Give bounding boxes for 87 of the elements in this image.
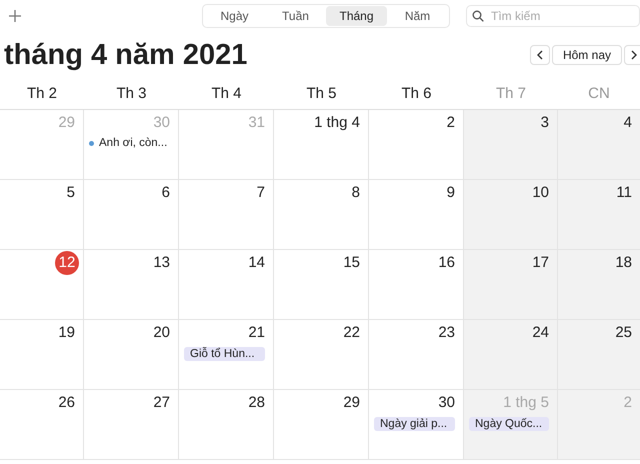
day-cell[interactable]: 1 thg 5 Ngày Quốc...: [464, 390, 558, 460]
day-number: 3: [540, 114, 549, 131]
weekday-label: Th 3: [116, 85, 146, 102]
event-chip[interactable]: Giỗ tổ Hùn...: [184, 347, 265, 361]
day-cell[interactable]: 26: [0, 390, 84, 460]
view-tab[interactable]: Tuần: [265, 6, 326, 26]
day-number: 2: [446, 114, 455, 131]
event-chip[interactable]: Ngày giải p...: [374, 417, 455, 431]
weekday-label: Th 5: [306, 85, 336, 102]
day-number: 14: [248, 254, 265, 271]
weekday-label: CN: [588, 85, 610, 102]
day-number: 27: [153, 394, 170, 411]
view-tab[interactable]: Tháng: [326, 6, 387, 26]
day-number: 29: [343, 394, 360, 411]
day-number: 1 thg 4: [314, 114, 360, 131]
event-chip[interactable]: Ngày Quốc...: [469, 417, 549, 431]
event-title[interactable]: Anh ơi, còn...: [99, 137, 168, 149]
day-cell[interactable]: 19: [0, 320, 84, 390]
day-cell[interactable]: 29: [274, 390, 369, 460]
weekday-label: Th 7: [496, 85, 526, 102]
view-tab[interactable]: Năm: [387, 6, 448, 26]
day-cell[interactable]: 21 Giỗ tổ Hùn...: [179, 320, 274, 390]
chevron-right-icon: [630, 50, 638, 60]
day-number: 9: [446, 184, 455, 201]
day-number: 18: [615, 254, 632, 271]
day-cell[interactable]: 24: [464, 320, 558, 390]
day-cell[interactable]: 22: [274, 320, 369, 390]
today-button[interactable]: Hôm nay: [552, 45, 622, 65]
weekday-label: Th 4: [211, 85, 242, 102]
day-cell[interactable]: 8: [274, 180, 369, 250]
next-button[interactable]: [624, 45, 640, 65]
add-icon[interactable]: [8, 9, 22, 23]
search-icon: [472, 10, 484, 22]
day-cell[interactable]: 18: [558, 250, 640, 320]
day-number: 11: [616, 184, 632, 201]
day-cell[interactable]: 1 thg 4: [274, 110, 369, 180]
day-number: 13: [153, 254, 170, 271]
day-number: 31: [248, 114, 265, 131]
day-cell[interactable]: 3: [464, 110, 558, 180]
day-cell[interactable]: 12: [0, 250, 84, 320]
day-number: 23: [438, 324, 455, 341]
day-cell[interactable]: 5: [0, 180, 84, 250]
day-number: 5: [66, 184, 75, 201]
day-cell[interactable]: 11: [558, 180, 640, 250]
day-number: 26: [58, 394, 75, 411]
weekday-label: Th 6: [401, 85, 432, 102]
search-field[interactable]: Tìm kiếm: [466, 5, 640, 27]
day-number: 21: [248, 324, 265, 341]
view-tab[interactable]: Ngày: [204, 6, 265, 26]
day-number: 22: [343, 324, 360, 341]
day-number: 24: [532, 324, 549, 341]
day-number: 7: [256, 184, 265, 201]
day-number: 6: [162, 184, 170, 201]
day-cell[interactable]: 4: [558, 110, 640, 180]
day-cell[interactable]: 30 Anh ơi, còn...: [84, 110, 179, 180]
day-number: 20: [153, 324, 170, 341]
day-number: 17: [532, 254, 549, 271]
day-number: 16: [438, 254, 455, 271]
day-cell[interactable]: 17: [464, 250, 558, 320]
previous-button[interactable]: [530, 45, 550, 65]
day-number: 8: [352, 184, 360, 201]
day-cell[interactable]: 20: [84, 320, 179, 390]
day-number: 19: [58, 324, 75, 341]
day-cell[interactable]: 15: [274, 250, 369, 320]
day-cell[interactable]: 6: [84, 180, 179, 250]
day-number: 2: [624, 394, 632, 411]
day-cell[interactable]: 13: [84, 250, 179, 320]
day-number: 1 thg 5: [503, 394, 549, 411]
month-title: tháng 4 năm 2021: [4, 38, 248, 72]
weekday-label: Th 2: [26, 85, 57, 102]
today-badge: 12: [55, 251, 79, 275]
day-cell[interactable]: 28: [179, 390, 274, 460]
day-cell[interactable]: 14: [179, 250, 274, 320]
day-number: 30: [438, 394, 455, 411]
chevron-left-icon: [536, 50, 544, 60]
day-number: 28: [248, 394, 265, 411]
day-number: 15: [343, 254, 360, 271]
day-cell[interactable]: 7: [179, 180, 274, 250]
day-number: 29: [58, 114, 75, 131]
day-number: 25: [615, 324, 632, 341]
day-cell[interactable]: 30 Ngày giải p...: [369, 390, 464, 460]
day-number: 10: [532, 184, 549, 201]
day-number: 4: [624, 114, 632, 131]
day-cell[interactable]: 10: [464, 180, 558, 250]
day-cell[interactable]: 25: [558, 320, 640, 390]
day-number: 30: [153, 114, 170, 131]
day-cell[interactable]: 27: [84, 390, 179, 460]
